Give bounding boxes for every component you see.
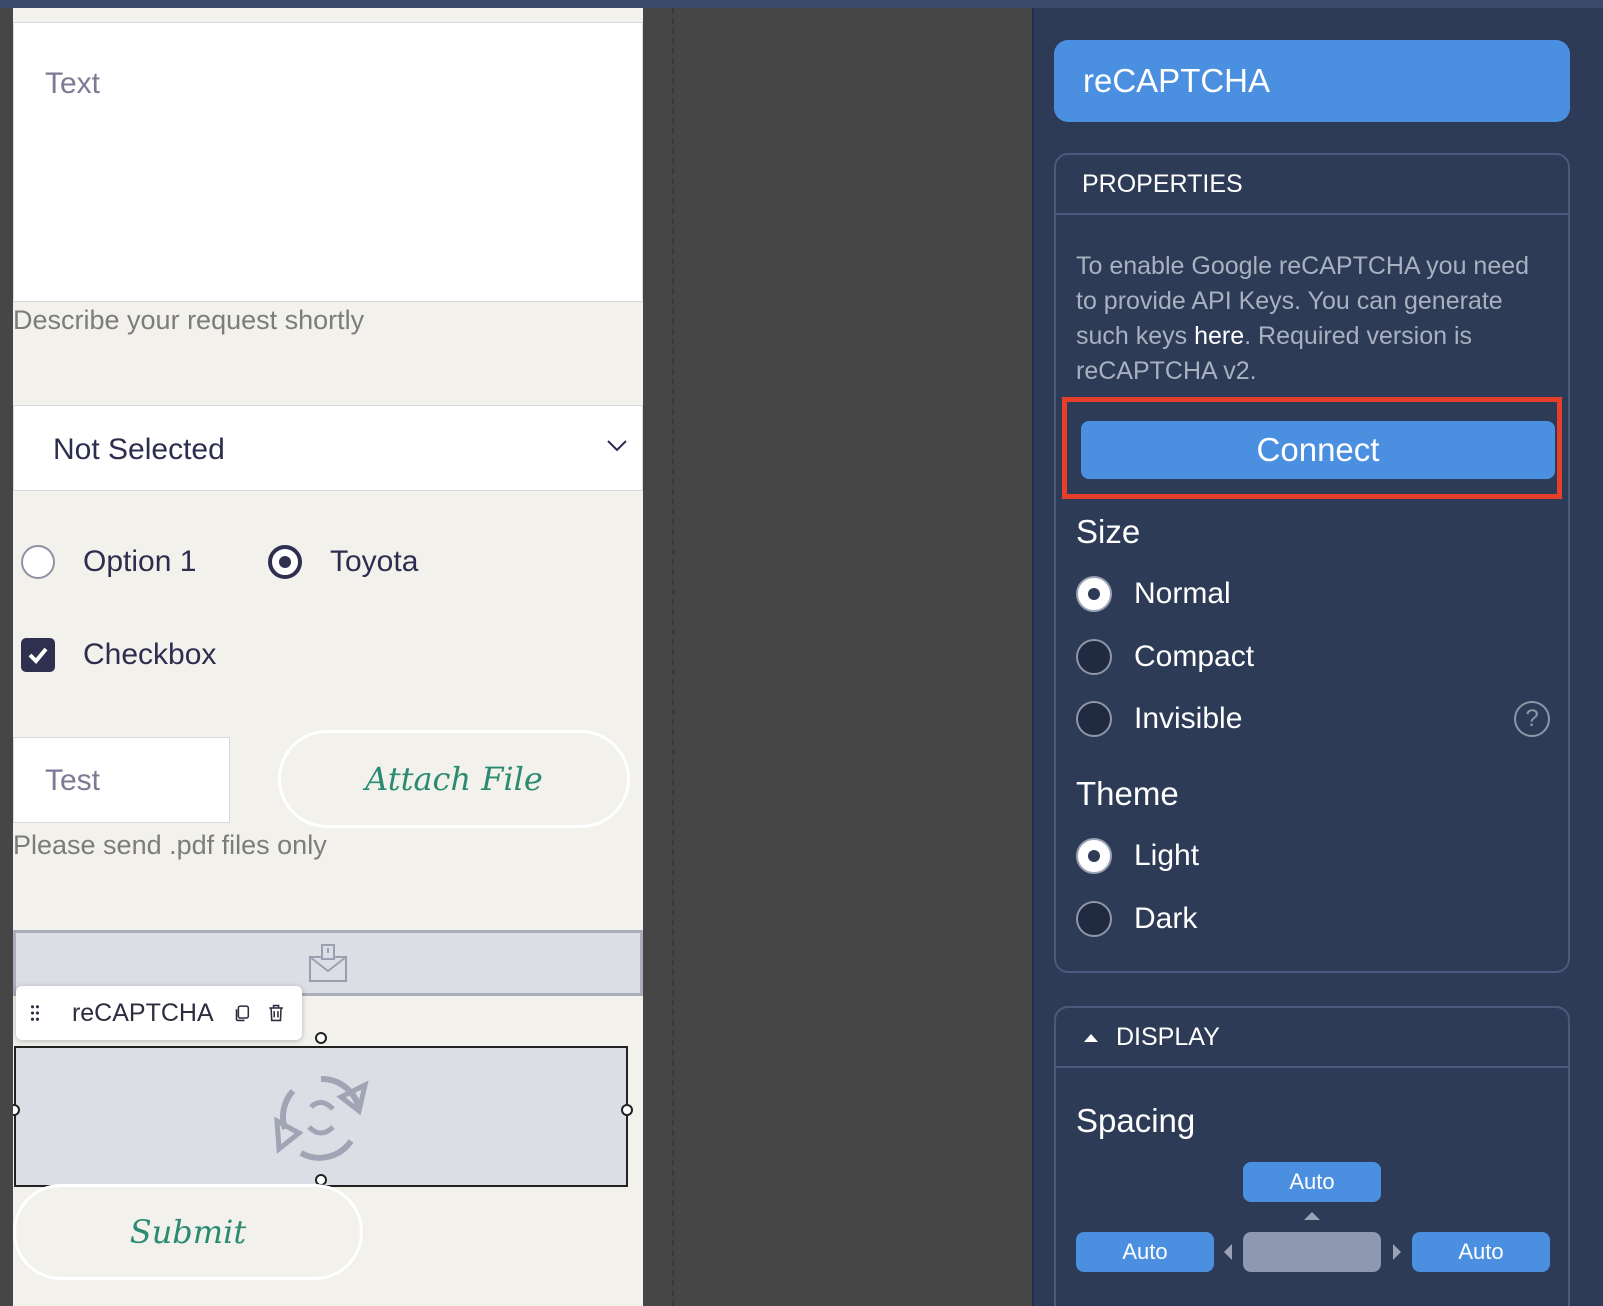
radio-circle-selected[interactable] (268, 545, 302, 579)
caret-left-icon (1224, 1244, 1232, 1260)
spacing-top-chip[interactable]: Auto (1243, 1162, 1381, 1202)
radio-option-toyota[interactable]: Toyota (268, 545, 418, 579)
theme-label: Dark (1134, 902, 1198, 935)
spacing-left-chip[interactable]: Auto (1076, 1232, 1214, 1272)
theme-title: Theme (1076, 775, 1179, 812)
radio-circle-selected[interactable] (1076, 838, 1112, 874)
caret-up-icon (1084, 1034, 1098, 1042)
properties-section: PROPERTIES To enable Google reCAPTCHA yo… (1054, 153, 1570, 973)
element-title: reCAPTCHA (1083, 62, 1271, 99)
checkbox-checked[interactable] (21, 638, 55, 672)
connect-button[interactable]: Connect (1081, 421, 1555, 479)
size-label: Compact (1134, 640, 1255, 673)
top-bar (0, 0, 1603, 8)
theme-option-light[interactable]: Light (1076, 838, 1199, 874)
theme-option-dark[interactable]: Dark (1076, 901, 1197, 937)
size-label: Normal (1134, 577, 1231, 610)
display-section: DISPLAY Spacing Auto Auto Auto (1054, 1006, 1570, 1306)
radio-label: Option 1 (83, 545, 197, 578)
element-title-bar: reCAPTCHA (1054, 40, 1570, 122)
size-option-normal[interactable]: Normal (1076, 576, 1231, 612)
checkbox-field[interactable]: Checkbox (21, 638, 216, 672)
radio-circle[interactable] (1076, 701, 1112, 737)
select-value: Not Selected (53, 433, 225, 466)
duplicate-icon[interactable] (234, 999, 250, 1027)
display-header-label: DISPLAY (1116, 1022, 1220, 1051)
file-name-value: Test (45, 764, 101, 797)
drag-handle-icon[interactable] (30, 999, 40, 1027)
trash-icon[interactable] (268, 998, 284, 1028)
spacing-title: Spacing (1076, 1102, 1196, 1139)
caret-up-icon (1304, 1212, 1320, 1220)
properties-header[interactable]: PROPERTIES (1056, 155, 1568, 215)
chevron-down-icon (607, 440, 627, 452)
size-title: Size (1076, 513, 1141, 550)
size-label: Invisible (1134, 702, 1243, 735)
size-option-compact[interactable]: Compact (1076, 639, 1254, 675)
caret-right-icon (1393, 1244, 1401, 1260)
form-canvas: Text Describe your request shortly Not S… (13, 8, 643, 1306)
submit-button[interactable]: Submit (13, 1184, 363, 1280)
api-keys-description: To enable Google reCAPTCHA you need to p… (1076, 252, 1530, 385)
here-link[interactable]: here (1194, 322, 1244, 350)
canvas-guide-line (672, 8, 674, 1306)
spacing-right-chip[interactable]: Auto (1412, 1232, 1550, 1272)
connect-highlight: Connect (1062, 397, 1562, 499)
properties-panel: reCAPTCHA PROPERTIES To enable Google re… (1034, 8, 1603, 1306)
textarea-placeholder: Text (45, 67, 101, 100)
radio-circle[interactable] (1076, 639, 1112, 675)
file-name-input[interactable]: Test (13, 737, 230, 823)
radio-label: Toyota (330, 545, 419, 578)
dropdown-select[interactable]: Not Selected (13, 405, 643, 491)
display-header[interactable]: DISPLAY (1056, 1008, 1568, 1068)
radio-circle[interactable] (1076, 901, 1112, 937)
textarea-hint: Describe your request shortly (13, 305, 365, 335)
message-textarea[interactable]: Text (13, 22, 643, 302)
recaptcha-block-selected[interactable] (14, 1046, 628, 1187)
size-option-invisible[interactable]: Invisible (1076, 701, 1242, 737)
help-icon[interactable]: ? (1514, 701, 1550, 737)
checkmark-icon (28, 647, 48, 664)
radio-circle-selected[interactable] (1076, 576, 1112, 612)
theme-label: Light (1134, 839, 1200, 872)
recaptcha-icon (274, 1075, 369, 1161)
element-toolbar: reCAPTCHA (16, 986, 302, 1040)
resize-handle-right[interactable] (621, 1104, 633, 1116)
radio-option-1[interactable]: Option 1 (21, 545, 196, 579)
envelope-icon (309, 944, 347, 982)
panel-divider (1032, 8, 1034, 1306)
file-hint: Please send .pdf files only (13, 830, 327, 860)
spacing-center-box (1243, 1232, 1381, 1272)
toolbar-label: reCAPTCHA (71, 998, 214, 1027)
attach-file-button[interactable]: Attach File (278, 730, 630, 828)
radio-circle[interactable] (21, 545, 55, 579)
checkbox-label: Checkbox (83, 638, 217, 671)
resize-handle-top[interactable] (315, 1032, 327, 1044)
